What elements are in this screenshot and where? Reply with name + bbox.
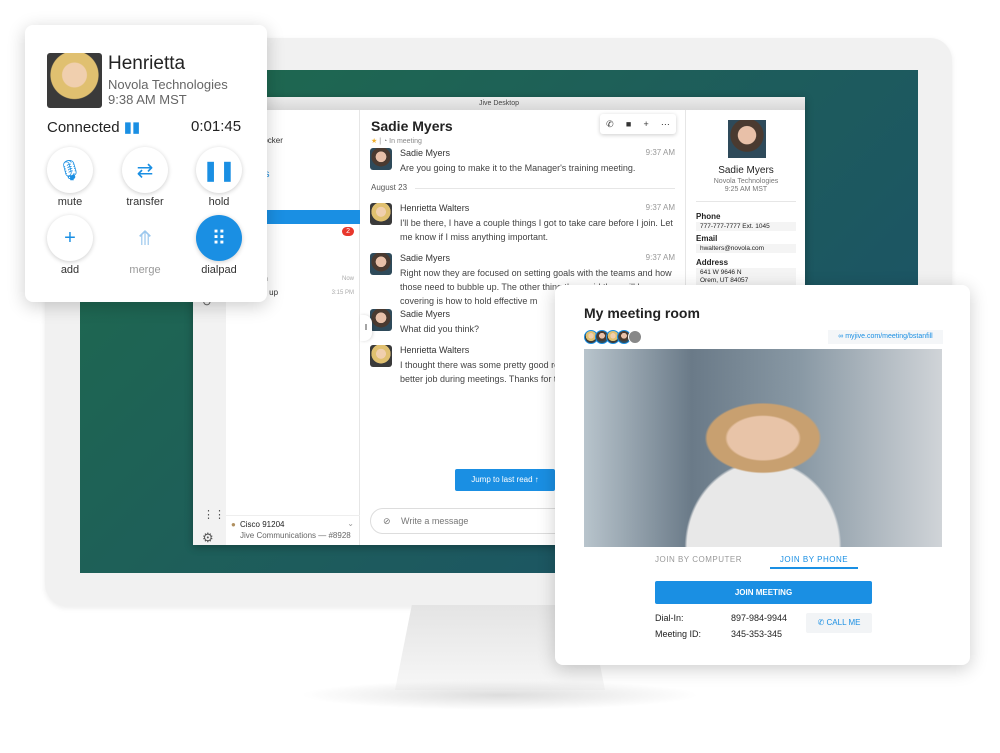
call-status-text: Connected [47,119,120,136]
add-button[interactable]: + [47,215,93,261]
meeting-id: 345-353-345 [731,629,783,639]
message-time: 9:37 AM [645,148,675,157]
meeting-id-label: Meeting ID: [655,629,702,639]
address-label: Address [696,258,729,267]
address-line-1: 641 W 9646 N [700,269,742,276]
device-selector[interactable]: ● Cisco 91204 Jive Communications — #8928 ⌄ [226,515,360,545]
meeting-link[interactable]: ∞ myjive.com/meeting/bstanfill [828,330,943,344]
link-icon: ∞ [838,333,844,340]
contact-local-time: 9:25 AM MST [724,186,768,193]
participant-avatar [628,330,642,344]
add-label: add [60,264,80,276]
sender-avatar [370,309,392,331]
attachment-icon[interactable]: ⊘ [383,509,391,533]
contact-name: Sadie Myers [718,165,774,176]
call-status: Connected ▮▮ [47,118,140,136]
hold-label: hold [208,196,230,208]
dialpad-label: dialpad [201,264,237,276]
sender-name: Sadie Myers [400,148,451,158]
unread-badge: 2 [342,227,354,236]
collapse-handle[interactable]: ‖ [360,315,372,341]
contact-avatar [728,120,766,158]
phone-call-icon[interactable]: ✆ [606,119,614,130]
favorite-star-icon[interactable]: ★ [371,138,377,145]
monitor-base [300,680,700,710]
merge-icon: ⤊ [136,227,154,250]
divider-line [415,188,675,189]
merge-label: merge [129,264,161,276]
contact-email[interactable]: hwalters@novola.com [696,244,796,253]
sender-name: Sadie Myers [400,309,451,319]
caller-company: Novola Technologies [108,77,228,92]
mute-label: mute [57,196,83,208]
sender-avatar [370,148,392,170]
call-me-label: CALL ME [826,618,861,627]
jump-to-last-read-button[interactable]: Jump to last read ↑ [455,469,555,491]
email-label: Email [696,234,718,243]
chat-title: Sadie Myers [371,118,453,134]
video-camera-icon[interactable]: ■ [626,119,631,129]
contact-address: 641 W 9646 N Orem, UT 84057 [696,268,796,286]
more-options-icon[interactable]: ⋯ [661,119,670,130]
sender-avatar [370,345,392,367]
window-title: Jive Desktop [193,97,805,110]
caller-name: Henrietta [108,53,186,74]
chevron-down-icon[interactable]: ⌄ [347,518,354,529]
status-dot: ● [231,520,236,529]
hold-button[interactable]: ❚❚ [196,147,242,193]
call-duration: 0:01:45 [191,118,242,135]
audio-level-icon: ▮▮ [123,119,141,136]
settings-gear-icon[interactable]: ⚙ [202,530,214,546]
sender-name: Henrietta Walters [400,203,470,213]
join-meeting-button[interactable]: JOIN MEETING [655,581,872,604]
phone-icon: ✆ [817,618,825,627]
tab-join-by-phone[interactable]: JOIN BY PHONE [770,555,858,569]
mute-icon: 🎙 [57,159,83,182]
list-item-time: Now [341,276,354,282]
dial-in-number: 897-984-9944 [731,613,788,623]
message-text: I'll be there, I have a couple things I … [400,218,673,242]
merge-button[interactable]: ⤊ [122,215,168,261]
presence-status: In meeting [389,138,422,145]
transfer-button[interactable]: ⇄ [122,147,168,193]
sender-avatar [370,203,392,225]
caller-time: 9:38 AM MST [108,92,187,107]
caller-avatar [47,53,102,108]
sender-name: Sadie Myers [400,253,451,263]
message-placeholder: Write a message [401,516,469,526]
add-person-icon[interactable]: + [643,119,648,129]
dialpad-button[interactable]: ⠿ [196,215,242,261]
device-name: Cisco 91204 [240,520,285,529]
participant-avatars [584,330,642,349]
account-name: Jive Communications — #8928 [240,531,351,540]
message-time: 9:37 AM [645,253,675,262]
dial-in-label: Dial-In: [655,613,684,623]
meeting-link-text: myjive.com/meeting/bstanfill [845,333,933,340]
dialpad-icon: ⠿ [211,227,227,250]
contact-company: Novola Technologies [713,178,779,185]
sender-avatar [370,253,392,275]
phone-label: Phone [696,212,721,221]
hold-icon: ❚❚ [202,159,236,182]
list-item-time: 3:15 PM [331,290,354,296]
divider [696,201,796,202]
transfer-label: transfer [126,196,164,208]
meeting-card: My meeting room ∞ myjive.com/meeting/bst… [555,285,970,665]
address-line-2: Orem, UT 84057 [700,277,749,284]
apps-grid-icon[interactable]: ⋮⋮ [203,508,225,521]
message-text: Are you going to make it to the Manager'… [400,163,636,173]
contact-phone[interactable]: 777-777-7777 Ext. 1045 [696,222,796,231]
active-call-card: Henrietta Novola Technologies 9:38 AM MS… [25,25,267,302]
add-icon: + [64,226,76,249]
message-time: 9:37 AM [645,203,675,212]
call-me-button[interactable]: ✆ CALL ME [806,613,872,633]
transfer-icon: ⇄ [136,159,154,182]
video-feed [584,349,942,547]
date-divider: August 23 [371,183,408,192]
meeting-title: My meeting room [584,305,700,321]
sender-name: Henrietta Walters [400,345,470,355]
tab-join-by-computer[interactable]: JOIN BY COMPUTER [655,555,742,564]
mute-button[interactable]: 🎙 [47,147,93,193]
